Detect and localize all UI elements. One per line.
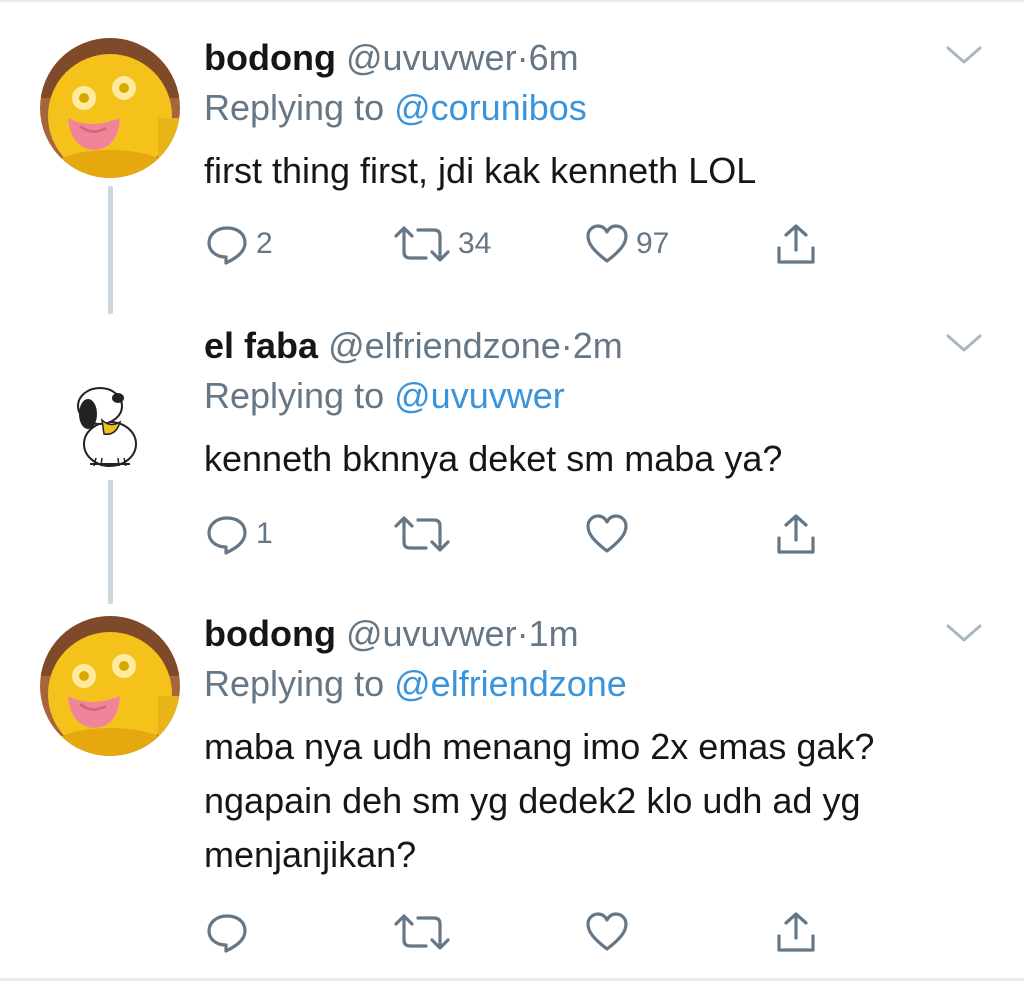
reply-icon [204,222,250,266]
chevron-down-icon[interactable] [944,330,984,358]
share-icon [774,222,818,266]
tweet-header: bodong @uvuvwer·1m [204,612,984,656]
retweet-icon [392,222,452,266]
like-count: 97 [636,227,670,260]
like-button[interactable]: 97 [584,222,669,266]
like-icon [584,222,630,266]
tweet-text-line: first thing first, jdi kak kenneth LOL [204,150,757,191]
like-button[interactable] [584,910,636,954]
reply-icon [204,512,250,556]
retweet-count: 34 [458,227,492,260]
chevron-down-icon[interactable] [944,620,984,648]
mention-link[interactable]: @uvuvwer [394,375,565,416]
replying-to: Replying to @corunibos [204,86,984,130]
replying-prefix: Replying to [204,663,385,704]
action-bar: 1 [204,512,824,556]
replying-prefix: Replying to [204,375,385,416]
action-bar [204,910,824,954]
reply-count: 1 [256,517,273,550]
separator: · [516,613,529,654]
display-name[interactable]: bodong [204,613,336,654]
tweet[interactable]: el faba @elfriendzone·2m Replying to @uv… [0,300,1024,590]
user-handle[interactable]: @uvuvwer [346,613,517,654]
action-bar: 2 34 97 [204,222,824,266]
display-name[interactable]: bodong [204,37,336,78]
retweet-icon [392,512,452,556]
separator: · [560,325,573,366]
retweet-button[interactable] [392,910,458,954]
retweet-button[interactable]: 34 [392,222,491,266]
tweet-text-line: menjanjikan? [204,834,417,875]
avatar[interactable] [40,38,180,178]
avatar[interactable] [40,616,180,756]
mention-link[interactable]: @elfriendzone [394,663,627,704]
tweet-text: kenneth bknnya deket sm maba ya? [204,432,984,486]
share-button[interactable] [774,512,818,556]
like-button[interactable] [584,512,636,556]
replying-to: Replying to @elfriendzone [204,662,984,706]
chevron-down-icon[interactable] [944,42,984,70]
tweet-header: bodong @uvuvwer·6m [204,36,984,80]
timestamp[interactable]: 2m [573,325,623,366]
user-handle[interactable]: @uvuvwer [346,37,517,78]
tweet-header: el faba @elfriendzone·2m [204,324,984,368]
tweet-text-line: maba nya udh menang imo 2x emas gak? [204,726,875,767]
tweet-text-line: ngapain deh sm yg dedek2 klo udh ad yg [204,780,861,821]
retweet-icon [392,910,452,954]
mention-link[interactable]: @corunibos [394,87,587,128]
reply-button[interactable] [204,910,256,954]
separator: · [516,37,529,78]
tweet-text-line: kenneth bknnya deket sm maba ya? [204,438,783,479]
tweet-text: first thing first, jdi kak kenneth LOL [204,144,984,198]
like-icon [584,512,630,556]
replying-to: Replying to @uvuvwer [204,374,984,418]
reply-count: 2 [256,227,273,260]
avatar[interactable] [40,340,180,480]
replying-prefix: Replying to [204,87,385,128]
reply-button[interactable]: 2 [204,222,273,266]
user-handle[interactable]: @elfriendzone [328,325,561,366]
timestamp[interactable]: 6m [529,37,579,78]
timestamp[interactable]: 1m [529,613,579,654]
reply-icon [204,910,250,954]
display-name[interactable]: el faba [204,325,318,366]
share-button[interactable] [774,910,818,954]
tweet[interactable]: bodong @uvuvwer·1m Replying to @elfriend… [0,590,1024,978]
share-icon [774,910,818,954]
share-icon [774,512,818,556]
reply-button[interactable]: 1 [204,512,273,556]
tweet[interactable]: bodong @uvuvwer·6m Replying to @corunibo… [0,0,1024,300]
retweet-button[interactable] [392,512,458,556]
tweet-text: maba nya udh menang imo 2x emas gak? nga… [204,720,984,882]
like-icon [584,910,630,954]
share-button[interactable] [774,222,818,266]
